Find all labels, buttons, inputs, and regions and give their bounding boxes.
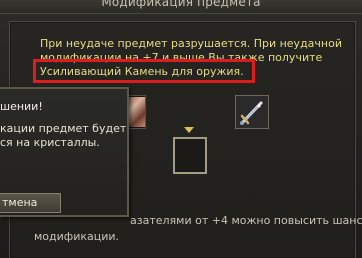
info-line: При неудаче предмет разрушается. При неу… [40, 37, 342, 50]
window-title: Модификация предмета [101, 0, 261, 9]
dialog-message-line: ся на кристаллы. [0, 136, 100, 149]
highlight-box [33, 59, 255, 83]
arrow-down-icon [184, 127, 194, 133]
result-slot[interactable] [173, 137, 207, 174]
dialog-title: шении! [0, 100, 43, 113]
cancel-button[interactable]: тмена [0, 193, 61, 213]
dialog-message-line: кации предмет будет [0, 122, 127, 135]
item-slot-right[interactable] [235, 95, 269, 129]
sword-icon [236, 96, 268, 128]
confirmation-dialog: шении! кации предмет будет ся на кристал… [0, 87, 129, 217]
bottom-hint-line: модификации. [34, 230, 120, 243]
bottom-hint-text: азателями от +4 можно повысить шанс моди… [34, 213, 362, 245]
title-bar[interactable]: Модификация предмета [0, 0, 362, 14]
dialog-message: кации предмет будет ся на кристаллы. [0, 122, 127, 150]
